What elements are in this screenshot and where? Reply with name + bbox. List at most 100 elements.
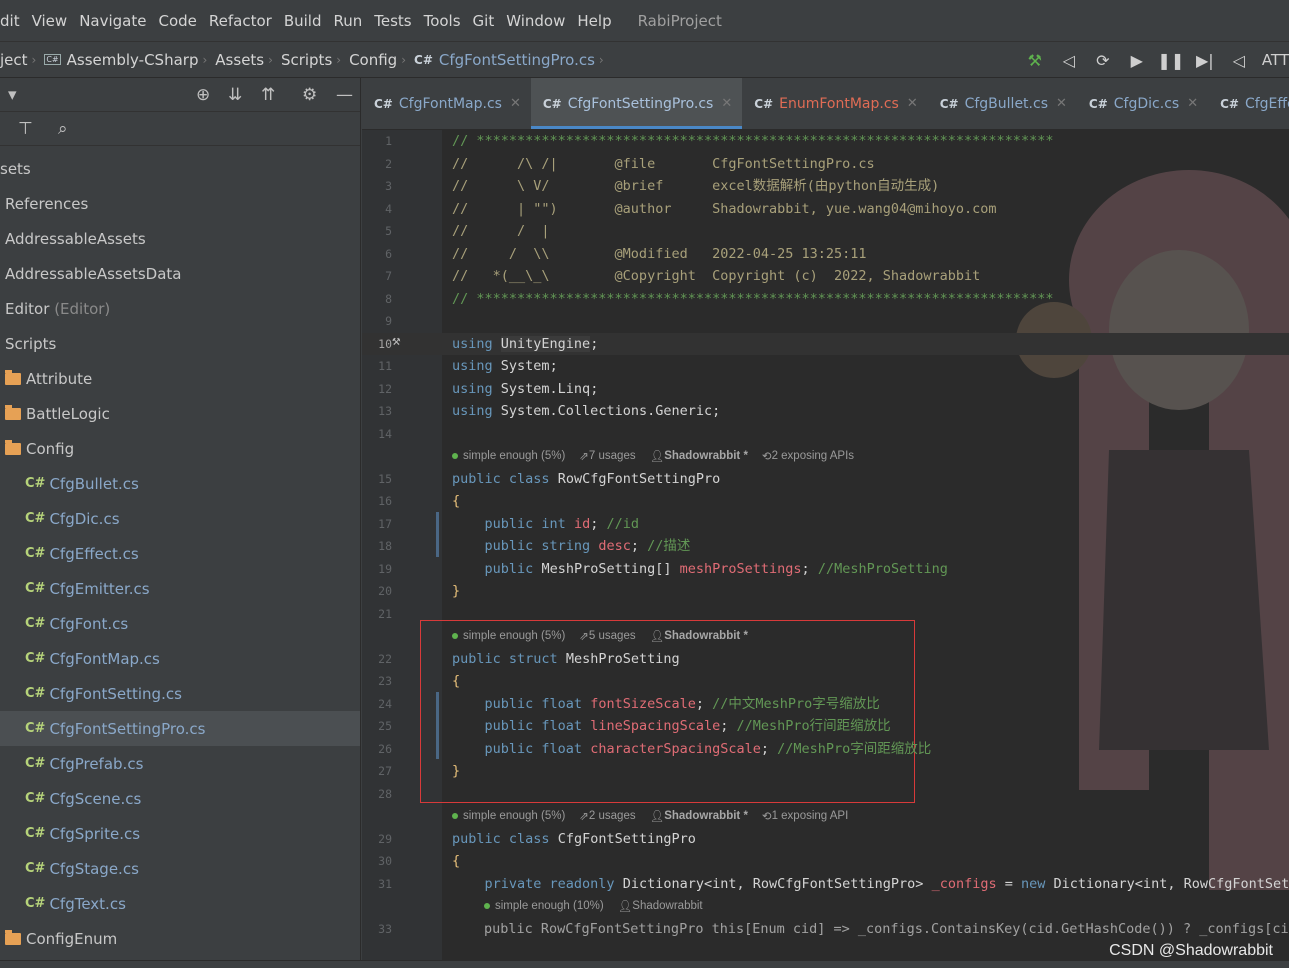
code-editor[interactable]: 1 2 3 4 5 6 7 8 9 10 ⚒ 11 12 13 14 15 16…: [362, 130, 1289, 968]
menu-git[interactable]: Git: [467, 12, 501, 30]
tree-item-label: CfgFont.cs: [49, 614, 129, 633]
code-vision-hint[interactable]: simple enough (5%) ⇗ 5 usages 👤︎ Shadowr…: [452, 629, 748, 643]
menu-bar: dit View Navigate Code Refactor Build Ru…: [0, 0, 1289, 42]
code-vision-hint[interactable]: simple enough (5%) ⇗ 7 usages 👤︎ Shadowr…: [452, 449, 854, 463]
tab-cfgdic[interactable]: C# CfgDic.cs ✕: [1077, 78, 1208, 129]
breadcrumb: ject › C# Assembly-CSharp › Assets › Scripts…: [0, 42, 1289, 78]
line-number: 14: [378, 427, 392, 441]
close-icon[interactable]: ✕: [907, 96, 918, 111]
close-icon[interactable]: ✕: [721, 96, 732, 111]
status-dot-icon: [452, 813, 458, 819]
author-hint[interactable]: Shadowrabbit *: [664, 810, 748, 822]
api-hint[interactable]: 1 exposing API: [772, 810, 849, 822]
menu-build[interactable]: Build: [278, 12, 328, 30]
pause-icon[interactable]: ❚❚: [1154, 51, 1188, 70]
code-vision-hint[interactable]: simple enough (5%) ⇗ 2 usages 👤︎ Shadowr…: [452, 809, 848, 823]
tree-item-cfgfontsetting[interactable]: C# CfgFontSetting.cs: [0, 676, 360, 711]
complexity-hint[interactable]: simple enough (5%): [463, 630, 565, 642]
menu-code[interactable]: Code: [152, 12, 202, 30]
tab-enumfontmap[interactable]: C# EnumFontMap.cs ✕: [742, 78, 927, 129]
tree-item-cfgfont[interactable]: C# CfgFont.cs: [0, 606, 360, 641]
tab-cfgfontmap[interactable]: C# CfgFontMap.cs ✕: [362, 78, 531, 129]
tab-cfgbullet[interactable]: C# CfgBullet.cs ✕: [928, 78, 1077, 129]
play-icon[interactable]: ▶: [1120, 51, 1154, 70]
tree-item-editor[interactable]: Editor (Editor): [0, 291, 360, 326]
expand-all-icon[interactable]: ⇊: [228, 85, 242, 105]
author-hint[interactable]: Shadowrabbit: [632, 900, 702, 912]
close-icon[interactable]: ✕: [510, 96, 521, 111]
filter-icon[interactable]: ⊤: [18, 119, 33, 139]
author-hint[interactable]: Shadowrabbit *: [664, 630, 748, 642]
run-config-label[interactable]: ATT: [1256, 51, 1289, 69]
tree-item-cfgsprite[interactable]: C# CfgSprite.cs: [0, 816, 360, 851]
api-hint[interactable]: 2 exposing APIs: [772, 450, 854, 462]
menu-window[interactable]: Window: [500, 12, 571, 30]
chevron-right-icon: ›: [202, 52, 208, 67]
tree-item-references[interactable]: References: [0, 186, 360, 221]
menu-help[interactable]: Help: [571, 12, 617, 30]
tree-item-cfgfontmap[interactable]: C# CfgFontMap.cs: [0, 641, 360, 676]
unity-attach-icon[interactable]: ◁: [1222, 51, 1256, 70]
tree-item-label: Scripts: [5, 334, 57, 353]
tree-item-config[interactable]: Config: [0, 431, 360, 466]
usages-hint[interactable]: 5 usages: [589, 630, 636, 642]
tree-item-cfgprefab[interactable]: C# CfgPrefab.cs: [0, 746, 360, 781]
menu-view[interactable]: View: [26, 12, 74, 30]
close-icon[interactable]: ✕: [1187, 96, 1198, 111]
tree-item-configenum[interactable]: ConfigEnum: [0, 921, 360, 956]
breadcrumb-assembly[interactable]: C# Assembly-CSharp ›: [44, 51, 215, 69]
breadcrumb-assets[interactable]: Assets ›: [215, 51, 281, 69]
menu-tests[interactable]: Tests: [368, 12, 417, 30]
breadcrumb-project[interactable]: ject ›: [0, 51, 44, 69]
class-name: CfgFontSettingPro: [557, 831, 696, 847]
menu-navigate[interactable]: Navigate: [73, 12, 152, 30]
code-vision-hint[interactable]: simple enough (10%) 👤︎ Shadowrabbit: [484, 899, 703, 913]
tree-item-cfgscene[interactable]: C# CfgScene.cs: [0, 781, 360, 816]
attach-unity-icon[interactable]: ◁: [1052, 51, 1086, 70]
tab-cfgfontsettingpro[interactable]: C# CfgFontSettingPro.cs ✕: [530, 78, 743, 129]
hammer-icon[interactable]: ⚒: [392, 333, 400, 349]
tree-item-label: CfgPrefab.cs: [49, 754, 144, 773]
complexity-hint[interactable]: simple enough (10%): [495, 900, 604, 912]
minimize-icon[interactable]: —: [336, 85, 353, 105]
locate-icon[interactable]: ⊕: [196, 85, 210, 105]
author-hint[interactable]: Shadowrabbit *: [664, 450, 748, 462]
complexity-hint[interactable]: simple enough (5%): [463, 810, 565, 822]
tree-item-battlelogic[interactable]: BattleLogic: [0, 396, 360, 431]
menu-edit[interactable]: dit: [0, 12, 26, 30]
breadcrumb-config[interactable]: Config ›: [349, 51, 414, 69]
menu-refactor[interactable]: Refactor: [203, 12, 278, 30]
tree-item-cfgbullet[interactable]: C# CfgBullet.cs: [0, 466, 360, 501]
gear-icon[interactable]: ⚙: [302, 85, 317, 105]
collapse-all-icon[interactable]: ⇈: [261, 85, 275, 105]
tree-item-cfgstage[interactable]: C# CfgStage.cs: [0, 851, 360, 886]
tree-item-cfgfontsettingpro[interactable]: C# CfgFontSettingPro.cs: [0, 711, 360, 746]
csharp-file-icon: C#: [25, 616, 46, 631]
tree-item-label: CfgEffect.cs: [49, 544, 139, 563]
tab-label: CfgFontSettingPro.cs: [567, 95, 714, 112]
usages-hint[interactable]: 7 usages: [589, 450, 636, 462]
tree-item-cfgeffect[interactable]: C# CfgEffect.cs: [0, 536, 360, 571]
usages-hint[interactable]: 2 usages: [589, 810, 636, 822]
chevron-down-icon[interactable]: ▾: [8, 85, 17, 105]
tree-item-assets[interactable]: sets: [0, 151, 360, 186]
breadcrumb-file[interactable]: C# CfgFontSettingPro.cs ›: [414, 51, 612, 69]
tree-item-cfgemitter[interactable]: C# CfgEmitter.cs: [0, 571, 360, 606]
complexity-hint[interactable]: simple enough (5%): [463, 450, 565, 462]
csharp-file-icon: C#: [25, 546, 46, 561]
tree-item-addressable-assets[interactable]: AddressableAssets: [0, 221, 360, 256]
menu-tools[interactable]: Tools: [418, 12, 467, 30]
close-icon[interactable]: ✕: [1056, 96, 1067, 111]
tree-item-cfgdic[interactable]: C# CfgDic.cs: [0, 501, 360, 536]
tree-item-scripts[interactable]: Scripts: [0, 326, 360, 361]
refresh-icon[interactable]: ⟳: [1086, 51, 1120, 70]
tree-item-cfgtext[interactable]: C# CfgText.cs: [0, 886, 360, 921]
build-hammer-icon[interactable]: ⚒: [1018, 51, 1052, 70]
step-icon[interactable]: ▶|: [1188, 51, 1222, 70]
search-icon[interactable]: ⌕: [58, 119, 68, 139]
tree-item-attribute[interactable]: Attribute: [0, 361, 360, 396]
tab-cfgeffect[interactable]: C# CfgEffect.cs: [1208, 78, 1289, 129]
tree-item-addressable-assets-data[interactable]: AddressableAssetsData: [0, 256, 360, 291]
menu-run[interactable]: Run: [327, 12, 368, 30]
breadcrumb-scripts[interactable]: Scripts ›: [281, 51, 349, 69]
